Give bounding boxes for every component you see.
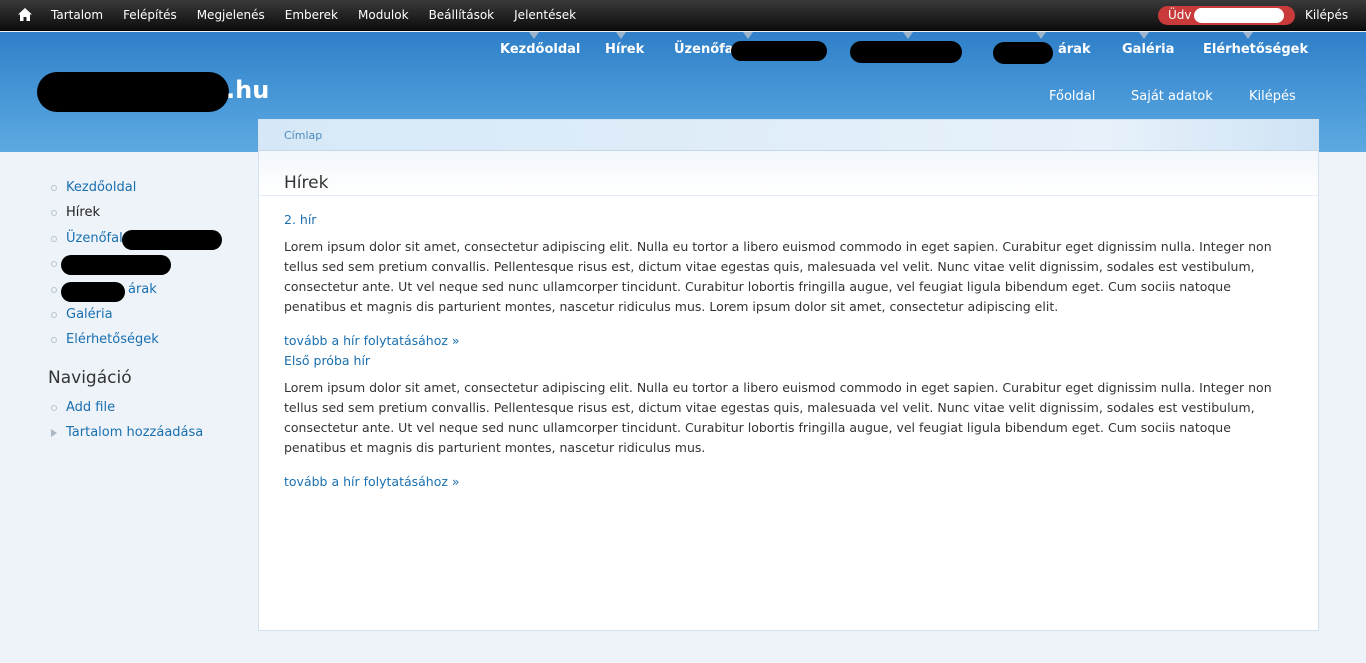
- read-more-link[interactable]: tovább a hír folytatásához »: [284, 331, 1293, 351]
- menu-pointer-icon: [1036, 32, 1046, 39]
- bullet-icon: [51, 210, 57, 217]
- news-item-title-link[interactable]: 2. hír: [284, 210, 1293, 230]
- sidebar-item-redacted[interactable]: [48, 254, 248, 279]
- main-menu-item-message-board[interactable]: Üzenőfal: [674, 42, 738, 57]
- news-item-teaser: Lorem ipsum dolor sit amet, consectetur …: [284, 239, 1272, 314]
- toolbar-item-reports[interactable]: Jelentések: [504, 0, 586, 31]
- nav-item-label: Add file: [66, 399, 116, 415]
- redacted-menu-text: [731, 41, 827, 61]
- page-title-bar: Hírek: [259, 151, 1318, 196]
- sidebar-item-contacts[interactable]: Elérhetőségek: [48, 330, 248, 355]
- nav-item-add-file[interactable]: Add file: [48, 398, 248, 423]
- toolbar-logout-link[interactable]: Kilépés: [1305, 0, 1348, 31]
- news-item-teaser: Lorem ipsum dolor sit amet, consectetur …: [284, 380, 1272, 455]
- toolbar-item-structure[interactable]: Felépítés: [113, 0, 187, 31]
- main-content: Címlap Hírek 2. hír Lorem ipsum dolor si…: [258, 119, 1319, 631]
- toolbar-item-modules[interactable]: Modulok: [348, 0, 419, 31]
- page-title: Hírek: [284, 173, 329, 193]
- toolbar-menu: Tartalom Felépítés Megjelenés Emberek Mo…: [41, 0, 586, 31]
- menu-pointer-icon: [1243, 32, 1253, 39]
- navigation-menu: Add file Tartalom hozzáadása: [48, 398, 248, 449]
- redacted-text: [122, 229, 222, 250]
- sidebar-item-prices[interactable]: árak: [48, 280, 248, 305]
- news-item: 2. hír Lorem ipsum dolor sit amet, conse…: [284, 210, 1293, 351]
- bullet-icon: [51, 337, 57, 344]
- sidebar-item-label: Galéria: [66, 306, 113, 322]
- site-name-suffix[interactable]: .hu: [226, 76, 269, 104]
- redacted-site-logo[interactable]: [37, 72, 229, 112]
- sidebar-item-label: Elérhetőségek: [66, 332, 159, 348]
- menu-pointer-icon: [743, 32, 753, 39]
- secondary-menu-my-account[interactable]: Saját adatok: [1131, 89, 1213, 104]
- collapsed-arrow-icon: [51, 429, 57, 438]
- read-more-link[interactable]: tovább a hír folytatásához »: [284, 472, 1293, 492]
- toolbar-item-appearance[interactable]: Megjelenés: [187, 0, 275, 31]
- main-menu: Kezdőoldal Hírek Üzenőfal árak Galéria E…: [0, 32, 1366, 68]
- home-icon[interactable]: [18, 8, 32, 21]
- main-menu-item-gallery[interactable]: Galéria: [1122, 42, 1174, 57]
- nav-item-label: Tartalom hozzáadása: [66, 425, 204, 441]
- menu-pointer-icon: [903, 32, 913, 39]
- bullet-icon: [51, 235, 57, 242]
- sidebar: Kezdőoldal Hírek Üzenőfal árak Galéria E…: [48, 178, 248, 449]
- main-menu-item-news[interactable]: Hírek: [605, 42, 644, 57]
- main-menu-item-home[interactable]: Kezdőoldal: [500, 42, 580, 57]
- sidebar-item-label: árak: [128, 281, 157, 297]
- redacted-menu-item[interactable]: [850, 41, 962, 63]
- navigation-heading: Navigáció: [48, 367, 132, 388]
- toolbar-item-settings[interactable]: Beállítások: [419, 0, 505, 31]
- breadcrumb: Címlap: [259, 120, 1318, 151]
- sidebar-item-label: Hírek: [66, 205, 100, 221]
- bullet-icon: [51, 404, 57, 411]
- sidebar-item-home[interactable]: Kezdőoldal: [48, 178, 248, 203]
- sidebar-item-label: Kezdőoldal: [66, 180, 137, 195]
- redacted-text: [61, 255, 171, 276]
- main-menu-item-contacts[interactable]: Elérhetőségek: [1203, 42, 1308, 57]
- nav-item-add-content[interactable]: Tartalom hozzáadása: [48, 423, 248, 448]
- sidebar-item-news[interactable]: Hírek: [48, 203, 248, 228]
- menu-pointer-icon: [616, 32, 626, 39]
- toolbar-item-content[interactable]: Tartalom: [41, 0, 113, 31]
- redacted-username: [1194, 8, 1284, 23]
- user-greeting-badge[interactable]: Üdv: [1158, 6, 1295, 25]
- redacted-text: [61, 281, 125, 302]
- bullet-icon: [51, 261, 57, 268]
- admin-toolbar: Tartalom Felépítés Megjelenés Emberek Mo…: [0, 0, 1366, 31]
- redacted-menu-text: [993, 42, 1053, 64]
- menu-pointer-icon: [529, 32, 539, 39]
- bullet-icon: [51, 311, 57, 318]
- secondary-menu-home[interactable]: Főoldal: [1049, 89, 1095, 104]
- bullet-icon: [51, 286, 57, 293]
- news-item-title-link[interactable]: Első próba hír: [284, 351, 1293, 371]
- toolbar-item-people[interactable]: Emberek: [275, 0, 348, 31]
- sidebar-item-message-board[interactable]: Üzenőfal: [48, 229, 248, 254]
- sidebar-main-menu: Kezdőoldal Hírek Üzenőfal árak Galéria E…: [48, 178, 248, 356]
- sidebar-item-gallery[interactable]: Galéria: [48, 305, 248, 330]
- secondary-menu-logout[interactable]: Kilépés: [1249, 89, 1296, 104]
- main-menu-item-prices[interactable]: árak: [1058, 42, 1091, 57]
- breadcrumb-link-home[interactable]: Címlap: [284, 129, 322, 142]
- menu-pointer-icon: [1139, 32, 1149, 39]
- user-greeting-label: Üdv: [1168, 8, 1192, 22]
- news-list: 2. hír Lorem ipsum dolor sit amet, conse…: [259, 196, 1318, 492]
- bullet-icon: [51, 185, 57, 191]
- sidebar-item-label: Üzenőfal: [66, 230, 123, 246]
- news-item: Első próba hír Lorem ipsum dolor sit ame…: [284, 351, 1293, 492]
